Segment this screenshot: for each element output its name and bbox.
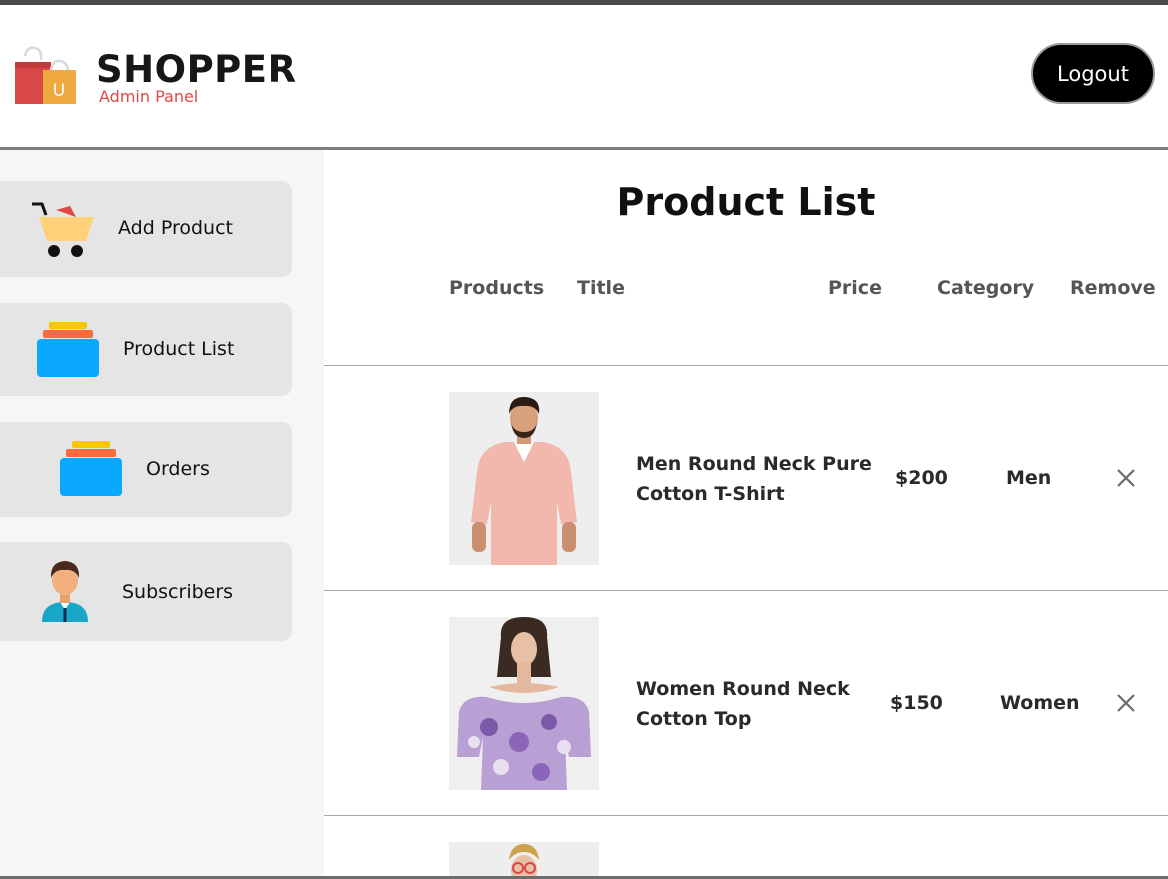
shopping-bags-icon: U xyxy=(15,46,76,104)
brand-title: SHOPPER xyxy=(96,48,297,91)
sidebar-item-subscribers[interactable]: Subscribers xyxy=(0,542,292,641)
product-title: Women Round Neck Cotton Top xyxy=(636,678,850,730)
logout-button[interactable]: Logout xyxy=(1031,43,1155,104)
remove-icon[interactable] xyxy=(1115,467,1137,489)
man-pink-polo-photo xyxy=(449,392,599,565)
product-price: $200 xyxy=(895,467,948,489)
table-row xyxy=(324,816,1168,876)
stack-icon xyxy=(37,322,99,377)
product-image xyxy=(449,842,599,876)
page-title: Product List xyxy=(616,180,876,224)
sidebar-item-product-list[interactable]: Product List xyxy=(0,303,292,396)
sidebar-item-add-product[interactable]: Add Product xyxy=(0,181,292,277)
sidebar-item-label: Product List xyxy=(123,338,235,360)
sidebar-item-label: Subscribers xyxy=(122,581,234,603)
table-row: Women Round Neck Cotton Top $150 Women xyxy=(324,591,1168,815)
cart-icon xyxy=(32,202,94,257)
column-header-category: Category xyxy=(937,277,1035,299)
user-avatar-icon xyxy=(42,561,88,622)
product-price: $150 xyxy=(890,692,943,714)
product-category: Women xyxy=(1000,692,1080,714)
woman-partial-photo xyxy=(449,842,599,876)
column-header-products: Products xyxy=(449,277,545,299)
column-header-remove: Remove xyxy=(1070,277,1156,299)
stack-icon xyxy=(60,441,122,496)
product-category: Men xyxy=(1006,467,1052,489)
remove-icon[interactable] xyxy=(1115,692,1137,714)
sidebar-item-label: Add Product xyxy=(118,217,233,239)
sidebar-item-label: Orders xyxy=(146,458,210,480)
table-row: Men Round Neck Pure Cotton T-Shirt $200 … xyxy=(324,366,1168,590)
column-header-price: Price xyxy=(828,277,882,299)
product-image xyxy=(449,617,599,790)
woman-floral-top-photo xyxy=(449,617,599,790)
logo-letter: U xyxy=(53,81,65,101)
product-image xyxy=(449,392,599,565)
sidebar-item-orders[interactable]: Orders xyxy=(0,422,292,517)
column-header-title: Title xyxy=(577,277,625,299)
product-title: Men Round Neck Pure Cotton T-Shirt xyxy=(636,453,872,505)
brand-subtitle: Admin Panel xyxy=(99,87,199,106)
